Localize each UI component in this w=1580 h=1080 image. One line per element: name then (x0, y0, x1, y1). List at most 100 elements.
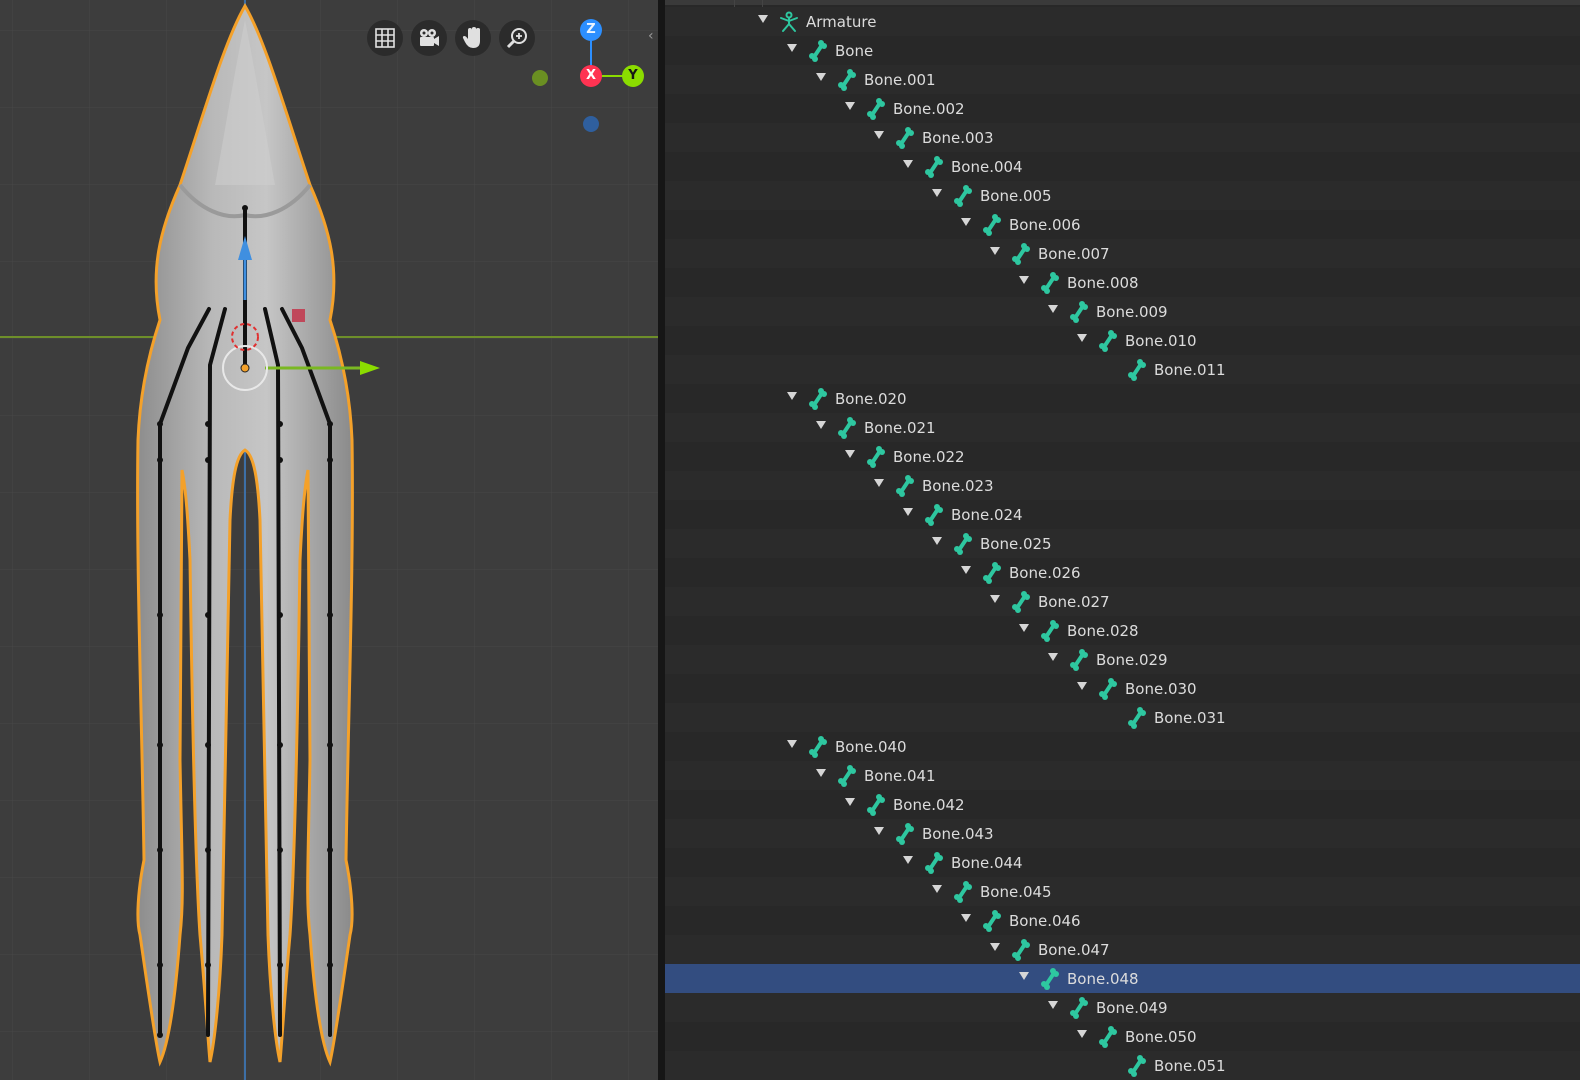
outliner-row-bone[interactable]: Bone.020 (665, 384, 1580, 413)
expand-triangle-icon[interactable] (874, 479, 884, 487)
viewport-scene[interactable] (0, 0, 664, 1080)
expand-triangle-icon[interactable] (990, 595, 1000, 603)
gizmo-x-axis[interactable]: X (580, 65, 602, 87)
outliner-row-bone[interactable]: Bone.023 (665, 471, 1580, 500)
expand-triangle-icon[interactable] (1019, 624, 1029, 632)
expand-triangle-icon[interactable] (1019, 276, 1029, 284)
outliner-row-bone[interactable]: Bone.001 (665, 65, 1580, 94)
expand-triangle-icon[interactable] (816, 421, 826, 429)
outliner-row-armature[interactable]: Armature (665, 7, 1580, 36)
expand-triangle-icon[interactable] (990, 247, 1000, 255)
outliner-row-bone[interactable]: Bone.046 (665, 906, 1580, 935)
outliner-row-bone[interactable]: Bone.042 (665, 790, 1580, 819)
expand-triangle-icon[interactable] (961, 218, 971, 226)
bone-icon (865, 446, 887, 468)
outliner-row-bone[interactable]: Bone.007 (665, 239, 1580, 268)
outliner-row-bone[interactable]: Bone.031 (665, 703, 1580, 732)
zoom-view-button[interactable] (499, 20, 535, 56)
bone-icon (1068, 997, 1090, 1019)
bone-icon (923, 852, 945, 874)
outliner-row-bone[interactable]: Bone.047 (665, 935, 1580, 964)
pan-view-button[interactable] (455, 20, 491, 56)
expand-triangle-icon[interactable] (990, 943, 1000, 951)
expand-triangle-icon[interactable] (758, 15, 768, 23)
expand-triangle-icon[interactable] (845, 102, 855, 110)
gizmo-neg-y-axis[interactable] (532, 70, 548, 86)
x-handle-icon[interactable] (292, 309, 305, 322)
expand-triangle-icon[interactable] (1048, 653, 1058, 661)
outliner-row-bone[interactable]: Bone.026 (665, 558, 1580, 587)
outliner-row-bone[interactable]: Bone.043 (665, 819, 1580, 848)
expand-triangle-icon[interactable] (1077, 334, 1087, 342)
expand-triangle-icon[interactable] (932, 885, 942, 893)
expand-triangle-icon[interactable] (845, 798, 855, 806)
outliner-row-bone[interactable]: Bone.040 (665, 732, 1580, 761)
outliner-row-bone[interactable]: Bone.021 (665, 413, 1580, 442)
expand-triangle-icon[interactable] (845, 450, 855, 458)
outliner-row-bone[interactable]: Bone.010 (665, 326, 1580, 355)
outliner-row-bone[interactable]: Bone.049 (665, 993, 1580, 1022)
expand-triangle-icon[interactable] (874, 131, 884, 139)
expand-triangle-icon[interactable] (816, 769, 826, 777)
outliner-row-label: Bone.002 (893, 100, 965, 118)
expand-triangle-icon[interactable] (874, 827, 884, 835)
expand-triangle-icon[interactable] (787, 392, 797, 400)
outliner-row-label: Bone.026 (1009, 564, 1081, 582)
outliner-row-bone[interactable]: Bone.011 (665, 355, 1580, 384)
outliner-panel[interactable]: Armature Bone Bone.001 Bone.002 Bone.003 Bone… (665, 0, 1580, 1080)
grid-toggle-button[interactable] (367, 20, 403, 56)
outliner-row-bone[interactable]: Bone.045 (665, 877, 1580, 906)
outliner-row-bone[interactable]: Bone.009 (665, 297, 1580, 326)
expand-triangle-icon[interactable] (1019, 972, 1029, 980)
gizmo-z-axis[interactable]: Z (580, 19, 602, 41)
outliner-row-bone[interactable]: Bone.051 (665, 1051, 1580, 1080)
outliner-row-label: Bone.027 (1038, 593, 1110, 611)
outliner-row-bone[interactable]: Bone.005 (665, 181, 1580, 210)
outliner-row-bone[interactable]: Bone.029 (665, 645, 1580, 674)
outliner-row-bone[interactable]: Bone.024 (665, 500, 1580, 529)
expand-triangle-icon[interactable] (1048, 305, 1058, 313)
area-divider[interactable] (658, 0, 665, 1080)
expand-triangle-icon[interactable] (1077, 682, 1087, 690)
gizmo-y-axis[interactable]: Y (622, 65, 644, 87)
outliner-row-bone[interactable]: Bone.003 (665, 123, 1580, 152)
outliner-row-label: Bone.005 (980, 187, 1052, 205)
expand-triangle-icon[interactable] (961, 914, 971, 922)
outliner-row-bone[interactable]: Bone.030 (665, 674, 1580, 703)
expand-triangle-icon[interactable] (903, 160, 913, 168)
expand-triangle-icon[interactable] (787, 740, 797, 748)
outliner-row-label: Bone.047 (1038, 941, 1110, 959)
bone-icon (1039, 620, 1061, 642)
expand-triangle-icon[interactable] (816, 73, 826, 81)
outliner-row-bone[interactable]: Bone.025 (665, 529, 1580, 558)
camera-view-button[interactable] (411, 20, 447, 56)
outliner-row-bone[interactable]: Bone.022 (665, 442, 1580, 471)
outliner-row-bone[interactable]: Bone.002 (665, 94, 1580, 123)
expand-triangle-icon[interactable] (787, 44, 797, 52)
bone-icon (1126, 359, 1148, 381)
outliner-row-label: Bone.007 (1038, 245, 1110, 263)
orientation-gizmo[interactable]: Z X Y (532, 14, 660, 144)
expand-triangle-icon[interactable] (932, 537, 942, 545)
expand-triangle-icon[interactable] (1077, 1030, 1087, 1038)
outliner-row-bone[interactable]: Bone.027 (665, 587, 1580, 616)
expand-triangle-icon[interactable] (1048, 1001, 1058, 1009)
outliner-row-bone[interactable]: Bone.048 (665, 964, 1580, 993)
outliner-row-bone[interactable]: Bone.006 (665, 210, 1580, 239)
outliner-row-bone[interactable]: Bone.044 (665, 848, 1580, 877)
expand-triangle-icon[interactable] (961, 566, 971, 574)
3d-viewport[interactable]: Z X Y ‹ (0, 0, 664, 1080)
sidebar-collapse-icon[interactable]: ‹ (648, 28, 658, 44)
outliner-row-label: Bone.011 (1154, 361, 1226, 379)
outliner-row-bone[interactable]: Bone.004 (665, 152, 1580, 181)
outliner-row-bone[interactable]: Bone.041 (665, 761, 1580, 790)
outliner-row-bone[interactable]: Bone.008 (665, 268, 1580, 297)
outliner-row-bone[interactable]: Bone (665, 36, 1580, 65)
expand-triangle-icon[interactable] (903, 508, 913, 516)
bone-icon (807, 40, 829, 62)
outliner-row-bone[interactable]: Bone.028 (665, 616, 1580, 645)
gizmo-neg-z-axis[interactable] (583, 116, 599, 132)
outliner-row-bone[interactable]: Bone.050 (665, 1022, 1580, 1051)
expand-triangle-icon[interactable] (932, 189, 942, 197)
expand-triangle-icon[interactable] (903, 856, 913, 864)
